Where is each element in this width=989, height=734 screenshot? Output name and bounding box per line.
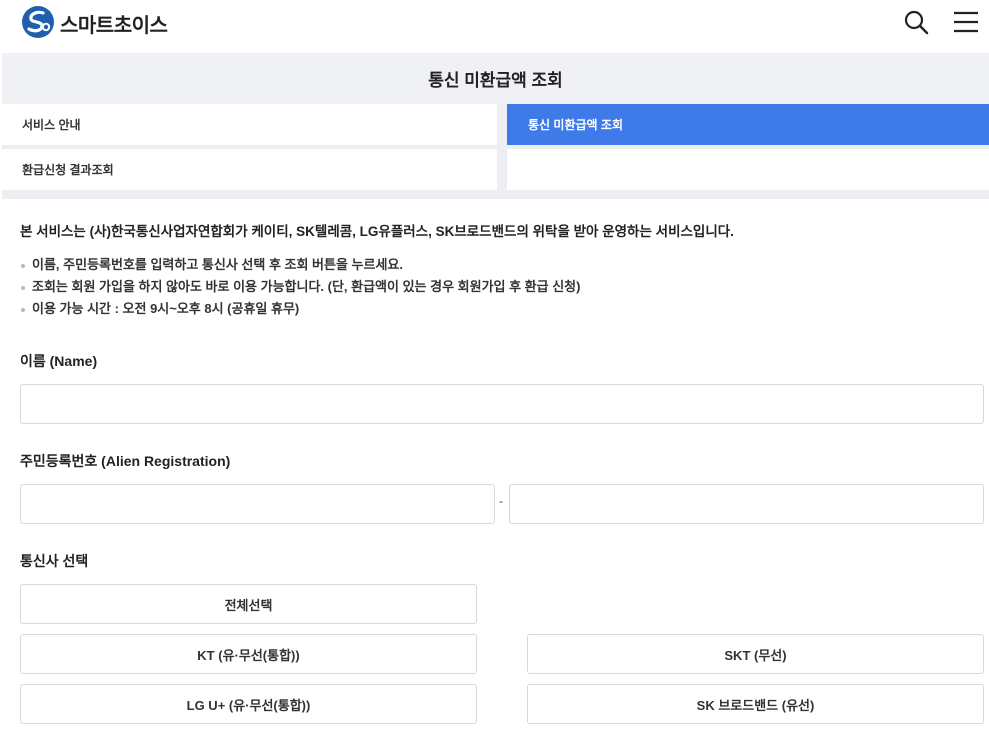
tab-service-info[interactable]: 서비스 안내 [2,104,497,145]
button-label: SKT (무선) [724,647,787,663]
brand-name[interactable]: 스마트초이스 [60,9,168,38]
registration-label: 주민등록번호 (Alien Registration) [20,453,231,469]
tab-label: 환급신청 결과조회 [22,163,114,177]
carrier-label: 통신사 선택 [20,553,89,569]
page-title: 통신 미환급액 조회 [428,71,563,90]
note-item: 조회는 회원 가입을 하지 않아도 바로 이용 가능합니다. (단, 환급액이 … [20,277,580,299]
carrier-skt-button[interactable]: SKT (무선) [527,634,984,674]
note-item: 이름, 주민등록번호를 입력하고 통신사 선택 후 조회 버튼을 누르세요. [20,255,580,277]
button-label: SK 브로드밴드 (유선) [696,697,815,713]
smartchoice-logo-icon[interactable] [21,5,55,39]
select-all-button[interactable]: 전체선택 [20,584,477,624]
hamburger-menu-icon[interactable] [952,8,980,36]
notes-list: 이름, 주민등록번호를 입력하고 통신사 선택 후 조회 버튼을 누르세요. 조… [20,255,580,321]
carrier-kt-button[interactable]: KT (유·무선(통합)) [20,634,477,674]
tab-label: 서비스 안내 [22,118,81,132]
button-label: 전체선택 [224,597,273,613]
name-label: 이름 (Name) [20,353,98,369]
carrier-skb-button[interactable]: SK 브로드밴드 (유선) [527,684,984,724]
tab-group: 서비스 안내 통신 미환급액 조회 환급신청 결과조회 [2,104,989,199]
registration-front-input[interactable] [20,484,495,524]
search-icon[interactable] [902,8,930,36]
note-item: 이용 가능 시간 : 오전 9시~오후 8시 (공휴일 휴무) [20,299,580,321]
carrier-lgu-button[interactable]: LG U+ (유·무선(통합)) [20,684,477,724]
registration-separator: - [499,494,503,508]
tab-label: 통신 미환급액 조회 [528,118,623,132]
button-label: KT (유·무선(통합)) [197,647,300,663]
name-input[interactable] [20,384,984,424]
button-label: LG U+ (유·무선(통합)) [186,697,311,713]
tab-refund-result[interactable]: 환급신청 결과조회 [2,149,497,190]
tab-refund-lookup[interactable]: 통신 미환급액 조회 [507,104,989,145]
header: 스마트초이스 [0,0,989,44]
registration-back-input[interactable] [509,484,984,524]
tab-empty-slot [507,149,989,190]
page-title-bar: 통신 미환급액 조회 [2,53,989,104]
service-intro: 본 서비스는 (사)한국통신사업자연합회가 케이티, SK텔레콤, LG유플러스… [20,224,734,239]
